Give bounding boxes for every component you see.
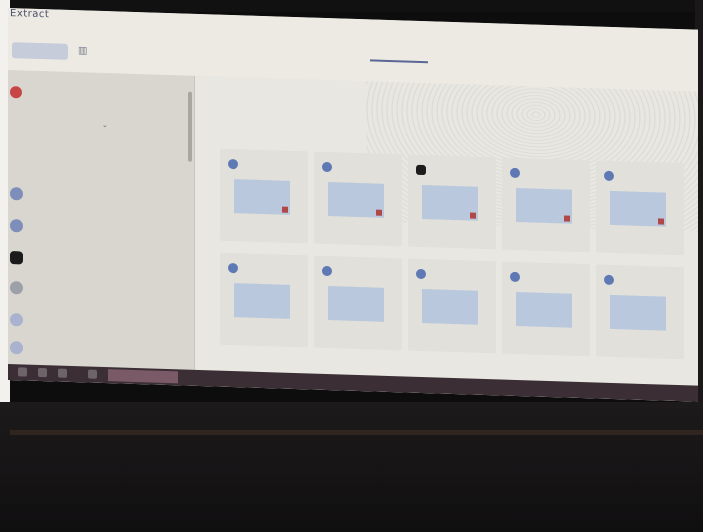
file-card[interactable] [220,252,308,348]
avatar [10,341,23,355]
file-card-title [334,264,398,266]
avatar [10,251,23,265]
chevron-down-icon[interactable]: ⌄ [102,121,108,129]
file-card-caption [320,220,398,222]
photo: Extract ▥ ⌄ [0,0,703,532]
file-card-title [240,261,304,263]
file-card-caption [226,321,304,323]
file-card-title [522,166,586,168]
file-thumbnail [234,179,290,215]
file-icon [228,158,238,170]
task-view-icon[interactable] [58,368,67,378]
file-card-title [616,169,680,171]
file-thumbnail [516,291,572,328]
file-card-caption [602,229,680,231]
file-icon [416,268,426,280]
laptop-screen: Extract ▥ ⌄ [8,8,698,402]
file-card[interactable] [502,157,590,253]
active-tab-indicator [370,59,428,64]
file-thumbnail [328,286,384,322]
avatar [10,281,23,295]
sidebar-scrollbar[interactable] [188,91,192,162]
app-title: Extract [10,8,50,21]
file-card-title [428,163,492,165]
sidebar-item[interactable] [10,312,190,334]
new-button[interactable] [12,42,68,60]
file-icon [604,170,614,182]
file-icon [510,167,520,179]
file-card-caption [414,327,492,329]
file-card-title [240,157,304,159]
start-icon[interactable] [18,367,27,377]
badge-icon [376,209,382,216]
avatar [10,187,23,201]
file-thumbnail [328,182,384,218]
file-thumbnail [610,190,666,227]
file-card-caption [226,217,304,219]
file-card-caption [414,223,492,225]
file-icon [510,271,520,283]
sidebar-item[interactable] [10,218,190,240]
sidebar-header[interactable] [10,84,190,108]
file-card-caption [602,333,680,335]
file-card-title [334,160,398,162]
file-card-caption [508,330,586,332]
file-card[interactable] [314,151,402,247]
laptop-hinge [10,430,703,435]
main-content [196,75,698,402]
file-card-title [522,270,586,272]
grid-view-icon[interactable]: ▥ [78,45,88,56]
sidebar-item[interactable] [10,340,190,362]
file-icon [322,161,332,173]
file-card[interactable] [596,264,684,360]
file-card-title [616,273,680,275]
file-thumbnail [610,294,666,331]
badge-icon [658,218,664,225]
sidebar-item[interactable] [10,280,190,302]
file-card[interactable] [220,148,308,244]
sidebar: ⌄ [8,70,195,386]
file-thumbnail [422,185,478,221]
sidebar-item[interactable] [10,186,190,208]
file-card[interactable] [408,154,496,250]
badge-icon [470,212,476,219]
sidebar-item[interactable] [10,250,190,272]
laptop-deck [0,402,703,532]
file-icon [322,265,332,277]
view-dropdown[interactable] [130,58,190,72]
file-thumbnail [422,289,478,325]
avatar [10,219,23,233]
file-card-title [428,267,492,269]
file-card-caption [320,324,398,326]
explorer-icon[interactable] [88,369,97,379]
taskbar-active-window[interactable] [108,369,178,384]
file-card[interactable] [502,261,590,357]
file-card-caption [508,226,586,228]
avatar [10,313,23,327]
file-icon [228,262,238,274]
file-thumbnail [234,283,290,319]
file-thumbnail [516,187,572,224]
profile-icon [10,86,22,99]
file-icon [416,164,426,176]
file-icon [604,274,614,286]
badge-icon [282,206,288,213]
badge-icon [564,215,570,222]
file-card[interactable] [314,255,402,351]
search-icon[interactable] [38,367,47,378]
file-card[interactable] [408,258,496,354]
file-card[interactable] [596,160,684,256]
